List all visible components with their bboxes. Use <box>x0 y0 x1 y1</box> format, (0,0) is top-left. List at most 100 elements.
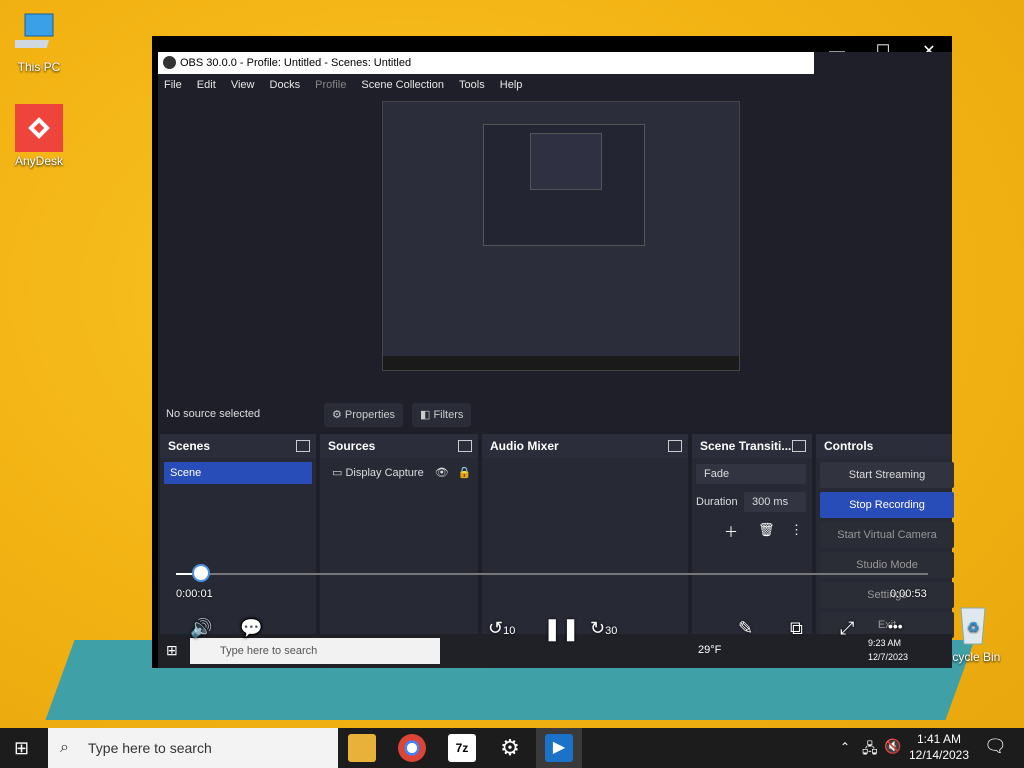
media-player-icon[interactable]: ▶ <box>545 734 573 762</box>
settings-button[interactable]: Settings <box>820 582 954 608</box>
source-label: Display Capture <box>345 467 424 479</box>
file-explorer-icon[interactable] <box>348 734 376 762</box>
scenes-dock: Scenes Scene <box>160 434 316 668</box>
menu-docks[interactable]: Docks <box>270 79 301 91</box>
undock-icon[interactable] <box>458 440 472 452</box>
taskbar-search[interactable]: ⌕ Type here to search <box>48 728 338 768</box>
video-frame-obs: OBS 30.0.0 - Profile: Untitled - Scenes:… <box>158 52 954 668</box>
duration-label: Duration <box>696 496 738 508</box>
fullscreen-icon[interactable]: ⤢ <box>840 618 854 639</box>
transition-value: Fade <box>704 468 730 480</box>
menu-help[interactable]: Help <box>500 79 523 91</box>
dock-header: Controls <box>816 434 952 458</box>
trash-icon[interactable]: 🗑 <box>758 522 775 538</box>
transition-select[interactable]: Fade <box>696 464 806 484</box>
scenes-title: Scenes <box>168 439 211 453</box>
chrome-icon[interactable] <box>398 734 426 762</box>
filters-icon: ◧ <box>420 409 434 421</box>
controls-title: Controls <box>824 439 874 453</box>
seek-thumb[interactable] <box>192 564 210 582</box>
miniplayer-icon[interactable]: ⧉ <box>790 618 803 639</box>
desktop-icon-label: AnyDesk <box>14 154 64 168</box>
nested-preview-inner-2 <box>530 133 602 190</box>
duration-input[interactable]: 300 ms <box>744 492 806 512</box>
start-virtual-camera-button[interactable]: Start Virtual Camera <box>820 522 954 548</box>
volume-icon[interactable]: 🔊 <box>190 618 212 639</box>
captions-icon[interactable]: 💬 <box>240 618 262 639</box>
chevron-up-icon[interactable]: ⌃ <box>840 740 850 754</box>
recorded-weather: 29°F <box>698 644 722 656</box>
obs-menubar: File Edit View Docks Profile Scene Colle… <box>158 74 952 96</box>
monitor-icon: ▭ <box>332 467 346 479</box>
gear-icon: ⚙ <box>332 409 345 421</box>
add-icon[interactable]: ＋ <box>724 522 738 542</box>
obs-titlebar: OBS 30.0.0 - Profile: Untitled - Scenes:… <box>158 52 814 74</box>
more-icon[interactable]: ⋮ <box>790 522 803 538</box>
properties-bar: No source selected ⚙ Properties ◧ Filter… <box>158 398 952 432</box>
desktop-icon-anydesk[interactable]: AnyDesk <box>4 104 74 168</box>
scene-list-item[interactable]: Scene <box>164 462 312 484</box>
dock-header: Audio Mixer <box>482 434 688 458</box>
windows-start-icon[interactable]: ⊞ <box>14 738 29 759</box>
undock-icon[interactable] <box>296 440 310 452</box>
recycle-bin-icon: ♻ <box>949 600 997 648</box>
desktop-icon-this-pc[interactable]: This PC <box>4 10 74 74</box>
dock-header: Sources <box>320 434 478 458</box>
nested-preview-inner <box>483 124 645 246</box>
edit-pen-icon[interactable]: ✎ <box>738 618 753 639</box>
taskbar-search-placeholder: Type here to search <box>88 740 212 756</box>
recorded-date: 12/7/2023 <box>868 652 909 662</box>
menu-view[interactable]: View <box>231 79 255 91</box>
network-icon[interactable]: 🖧 <box>862 738 878 762</box>
computer-icon <box>10 10 63 58</box>
settings-gear-icon[interactable]: ⚙ <box>496 734 524 762</box>
lock-icon[interactable]: 🔒 <box>458 467 472 479</box>
7zip-icon[interactable]: 7z <box>448 734 476 762</box>
skip-forward-value: 30 <box>605 625 618 637</box>
menu-edit[interactable]: Edit <box>197 79 216 91</box>
search-icon: ⌕ <box>60 739 69 756</box>
no-source-label: No source selected <box>166 408 261 420</box>
svg-text:♻: ♻ <box>967 619 980 635</box>
stop-recording-button[interactable]: Stop Recording <box>820 492 954 518</box>
filters-button[interactable]: ◧ Filters <box>412 403 472 427</box>
obs-title-text: OBS 30.0.0 - Profile: Untitled - Scenes:… <box>180 57 412 69</box>
clock-date: 12/14/2023 <box>908 748 970 762</box>
sources-dock: Sources ▭ Display Capture 👁 🔒 <box>320 434 478 668</box>
desktop-icon-label: This PC <box>17 60 61 74</box>
pause-button[interactable]: ❚❚ <box>543 616 580 642</box>
clock-time: 1:41 AM <box>916 732 962 746</box>
notifications-icon[interactable]: 🗨 <box>984 736 1007 757</box>
seek-track[interactable] <box>176 573 928 575</box>
duration-value: 300 ms <box>752 496 789 508</box>
more-options-icon[interactable]: ••• <box>888 618 903 634</box>
obs-preview <box>158 96 952 398</box>
windows-start-icon: ⊞ <box>166 642 178 658</box>
source-list-item[interactable]: ▭ Display Capture 👁 🔒 <box>324 462 474 484</box>
audio-mixer-title: Audio Mixer <box>490 439 559 453</box>
recorded-time: 9:23 AM <box>868 638 902 648</box>
menu-file[interactable]: File <box>164 79 182 91</box>
dock-header: Scene Transiti... <box>692 434 812 458</box>
taskbar-clock[interactable]: 1:41 AM 12/14/2023 <box>900 731 978 763</box>
menu-tools[interactable]: Tools <box>459 79 485 91</box>
skip-forward-button[interactable]: ↻30 <box>590 618 617 639</box>
undock-icon[interactable] <box>792 440 806 452</box>
controls-dock: Controls Start Streaming Stop Recording … <box>816 434 954 668</box>
skip-back-value: 10 <box>503 625 516 637</box>
anydesk-icon <box>15 104 63 152</box>
undock-icon[interactable] <box>668 440 682 452</box>
current-time: 0:00:01 <box>176 588 213 600</box>
menu-profile[interactable]: Profile <box>315 79 346 91</box>
nested-preview <box>382 101 740 371</box>
eye-icon[interactable]: 👁 <box>435 467 449 479</box>
recorded-search-text: Type here to search <box>220 645 318 657</box>
start-streaming-button[interactable]: Start Streaming <box>820 462 954 488</box>
menu-scene-collection[interactable]: Scene Collection <box>361 79 444 91</box>
properties-button[interactable]: ⚙ Properties <box>324 403 404 427</box>
skip-back-button[interactable]: ↺10 <box>488 618 515 639</box>
total-time: 0:00:53 <box>890 588 927 600</box>
sources-title: Sources <box>328 439 376 453</box>
transitions-title: Scene Transiti... <box>700 439 792 453</box>
speaker-muted-icon[interactable]: 🔇 <box>884 738 901 755</box>
